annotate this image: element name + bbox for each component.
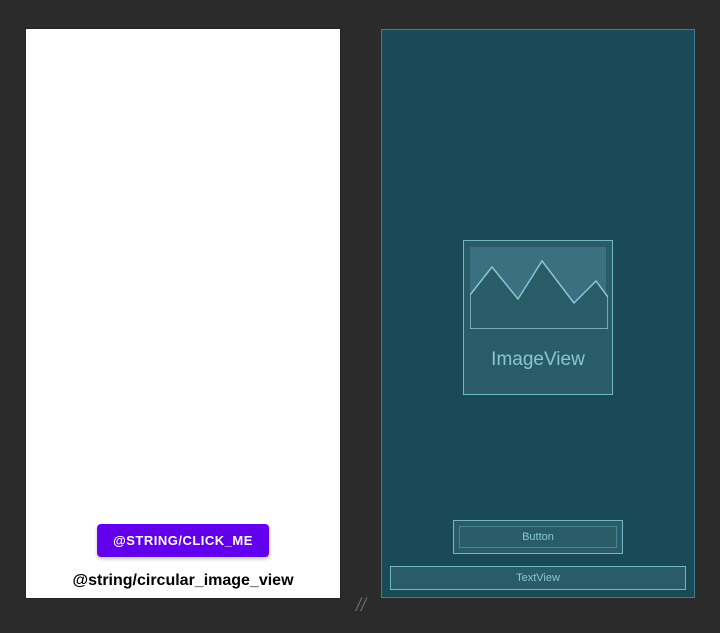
circular-image-view-textview[interactable]: @string/circular_image_view: [26, 572, 340, 590]
blueprint-button-inner: Button: [459, 526, 617, 548]
design-pane[interactable]: @STRING/CLICK_ME @string/circular_image_…: [26, 29, 340, 598]
blueprint-imageview-label: ImageView: [464, 349, 612, 371]
blueprint-button-label: Button: [522, 531, 554, 543]
click-me-button[interactable]: @STRING/CLICK_ME: [97, 524, 269, 557]
blueprint-pane[interactable]: ImageView Button TextView: [381, 29, 695, 598]
blueprint-textview-label: TextView: [516, 572, 560, 584]
layout-editor-workspace: @STRING/CLICK_ME @string/circular_image_…: [0, 0, 720, 633]
blueprint-imageview[interactable]: ImageView: [463, 240, 613, 395]
blueprint-button[interactable]: Button: [453, 520, 623, 554]
image-placeholder-icon: [470, 247, 608, 329]
pane-resize-handle[interactable]: //: [352, 596, 370, 614]
blueprint-textview[interactable]: TextView: [390, 566, 686, 590]
